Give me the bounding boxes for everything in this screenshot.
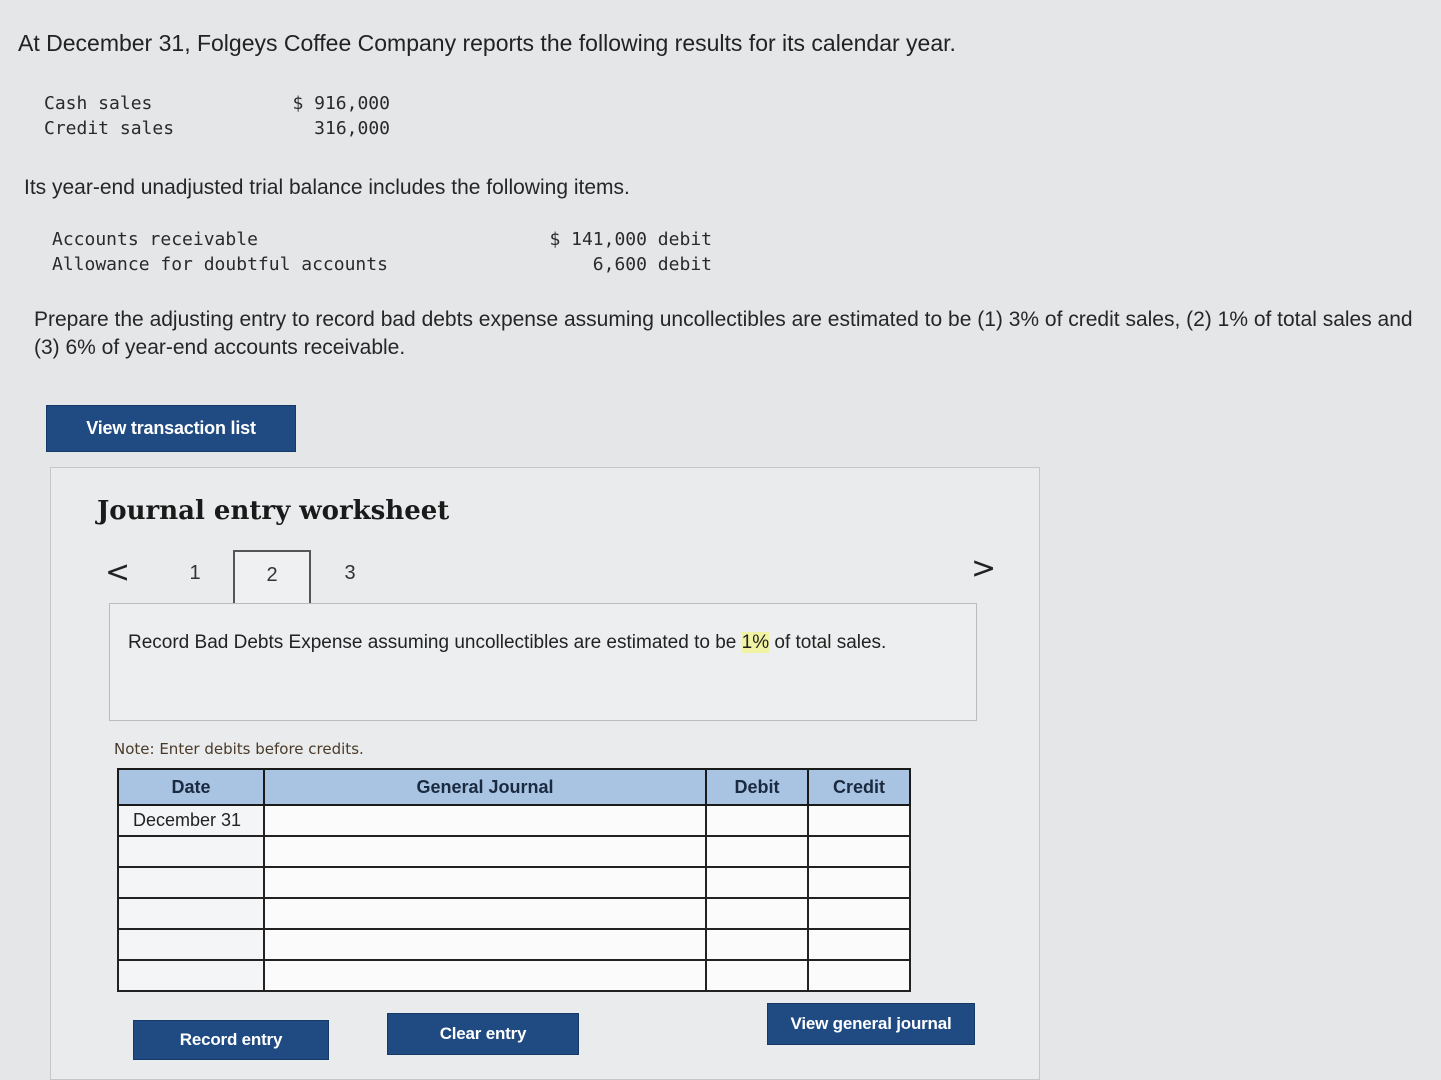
journal-row [117,928,911,961]
trial-label: Allowance for doubtful accounts [52,254,388,275]
credit-input[interactable] [807,835,911,868]
description-highlight: 1% [741,632,770,653]
journal-row [117,897,911,930]
credit-input[interactable] [807,897,911,930]
credit-input[interactable] [807,928,911,961]
date-column-header: Date [117,768,265,806]
date-cell [117,959,265,992]
account-input[interactable] [263,897,707,930]
debit-input[interactable] [705,897,809,930]
trial-row-allowance: Allowance for doubtful accounts 6,600 de… [52,254,712,279]
worksheet-title: Journal entry worksheet [97,496,450,526]
debit-input[interactable] [705,928,809,961]
journal-row [117,866,911,899]
date-cell [117,835,265,868]
account-input[interactable] [263,928,707,961]
debit-input[interactable] [705,804,809,837]
journal-header-row: Date General Journal Debit Credit [117,768,911,806]
view-general-journal-button[interactable]: View general journal [767,1003,975,1045]
page-tab-1[interactable]: 1 [156,550,234,608]
instructions-text: Prepare the adjusting entry to record ba… [34,308,1413,359]
trial-balance-table: Accounts receivable $ 141,000 debit Allo… [52,229,712,279]
journal-entry-worksheet: Journal entry worksheet < 1 2 3 > Record… [50,467,1040,1080]
page-tab-3[interactable]: 3 [311,550,389,608]
record-entry-button[interactable]: Record entry [133,1020,329,1060]
next-page-chevron-icon[interactable]: > [971,554,996,584]
trial-row-ar: Accounts receivable $ 141,000 debit [52,229,712,254]
account-input[interactable] [263,804,707,837]
journal-row [117,835,911,868]
sales-label: Cash sales [44,93,153,114]
clear-entry-button[interactable]: Clear entry [387,1013,579,1055]
debit-input[interactable] [705,959,809,992]
sales-value: $ 916,000 [292,93,390,114]
trial-label: Accounts receivable [52,229,258,250]
journal-row: December 31 [117,804,911,837]
account-input[interactable] [263,835,707,868]
page-tab-2[interactable]: 2 [233,550,311,608]
description-text-end: of total sales. [769,632,887,653]
debits-credits-note: Note: Enter debits before credits. [114,740,364,758]
credit-input[interactable] [807,959,911,992]
account-input[interactable] [263,866,707,899]
view-transaction-list-button[interactable]: View transaction list [46,405,296,452]
credit-input[interactable] [807,804,911,837]
trial-value: 6,600 debit [592,254,712,275]
sales-value: 316,000 [314,118,390,139]
entry-description: Record Bad Debts Expense assuming uncoll… [109,603,977,721]
sales-row-credit: Credit sales 316,000 [44,118,390,143]
date-cell [117,897,265,930]
sales-label: Credit sales [44,118,175,139]
credit-column-header: Credit [807,768,911,806]
date-cell [117,928,265,961]
debit-column-header: Debit [705,768,809,806]
account-input[interactable] [263,959,707,992]
credit-input[interactable] [807,866,911,899]
journal-table: Date General Journal Debit Credit Decemb… [117,768,911,992]
journal-row [117,959,911,992]
prev-page-chevron-icon[interactable]: < [105,558,130,588]
intro-text: At December 31, Folgeys Coffee Company r… [18,30,956,56]
date-cell [117,866,265,899]
debit-input[interactable] [705,835,809,868]
trial-intro-text: Its year-end unadjusted trial balance in… [24,176,630,199]
description-text: Record Bad Debts Expense assuming uncoll… [128,632,742,653]
date-cell: December 31 [117,804,265,837]
general-journal-column-header: General Journal [263,768,707,806]
trial-value: $ 141,000 debit [549,229,712,250]
debit-input[interactable] [705,866,809,899]
sales-row-cash: Cash sales $ 916,000 [44,93,390,118]
sales-table: Cash sales $ 916,000 Credit sales 316,00… [44,93,390,143]
